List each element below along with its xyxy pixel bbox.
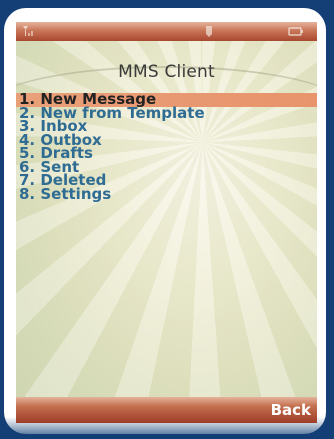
signal-icon [22, 25, 36, 37]
status-bar [16, 22, 317, 41]
menu-item-settings[interactable]: 8. Settings [16, 186, 317, 202]
main-menu: 1. New Message 2. New from Template 3. I… [16, 92, 317, 202]
battery-icon [288, 25, 304, 37]
back-softkey[interactable]: Back [271, 401, 311, 419]
phone-screen: MMS Client 1. New Message 2. New from Te… [16, 22, 317, 423]
softkey-bar: Back [16, 397, 317, 423]
screen-title: MMS Client [118, 62, 215, 82]
message-icon [204, 25, 216, 38]
